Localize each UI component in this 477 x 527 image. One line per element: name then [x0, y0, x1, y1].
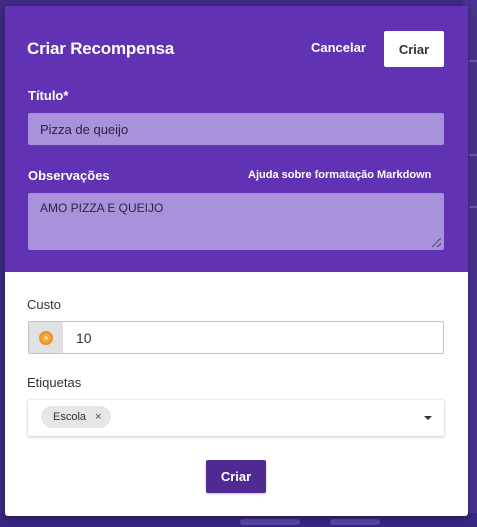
background-divider	[469, 60, 477, 62]
chevron-down-icon[interactable]	[424, 416, 432, 420]
tags-field-label: Etiquetas	[27, 375, 82, 390]
background-shape	[330, 519, 380, 525]
cost-input-group[interactable]: 10	[28, 321, 444, 354]
tag-chip-label: Escola	[53, 411, 87, 423]
create-button[interactable]: Criar	[206, 460, 266, 493]
cancel-button[interactable]: Cancelar	[311, 40, 366, 55]
cost-input[interactable]: 10	[76, 330, 92, 346]
background-shape	[240, 519, 300, 525]
remove-tag-icon[interactable]: ×	[95, 411, 101, 423]
create-reward-modal: Criar Recompensa Cancelar Criar Título* …	[5, 6, 468, 516]
notes-text: AMO PIZZA E QUEIJO	[40, 201, 164, 215]
background-divider	[469, 206, 477, 208]
tags-select[interactable]: Escola ×	[28, 400, 444, 436]
modal-title: Criar Recompensa	[27, 39, 175, 58]
notes-field-label: Observações	[28, 168, 110, 183]
background-divider	[469, 154, 477, 156]
create-button-header[interactable]: Criar	[384, 31, 444, 67]
tag-chip: Escola ×	[41, 406, 112, 428]
cost-field-label: Custo	[27, 297, 61, 312]
title-input[interactable]	[28, 113, 444, 145]
gold-coin-icon	[39, 331, 53, 345]
cost-addon	[29, 322, 63, 353]
notes-textarea[interactable]: AMO PIZZA E QUEIJO	[28, 193, 444, 250]
modal-header: Criar Recompensa Cancelar Criar Título* …	[5, 6, 468, 272]
title-field-label: Título*	[28, 88, 69, 103]
resize-handle-icon[interactable]	[432, 238, 441, 247]
markdown-help-link[interactable]: Ajuda sobre formatação Markdown	[248, 169, 431, 181]
